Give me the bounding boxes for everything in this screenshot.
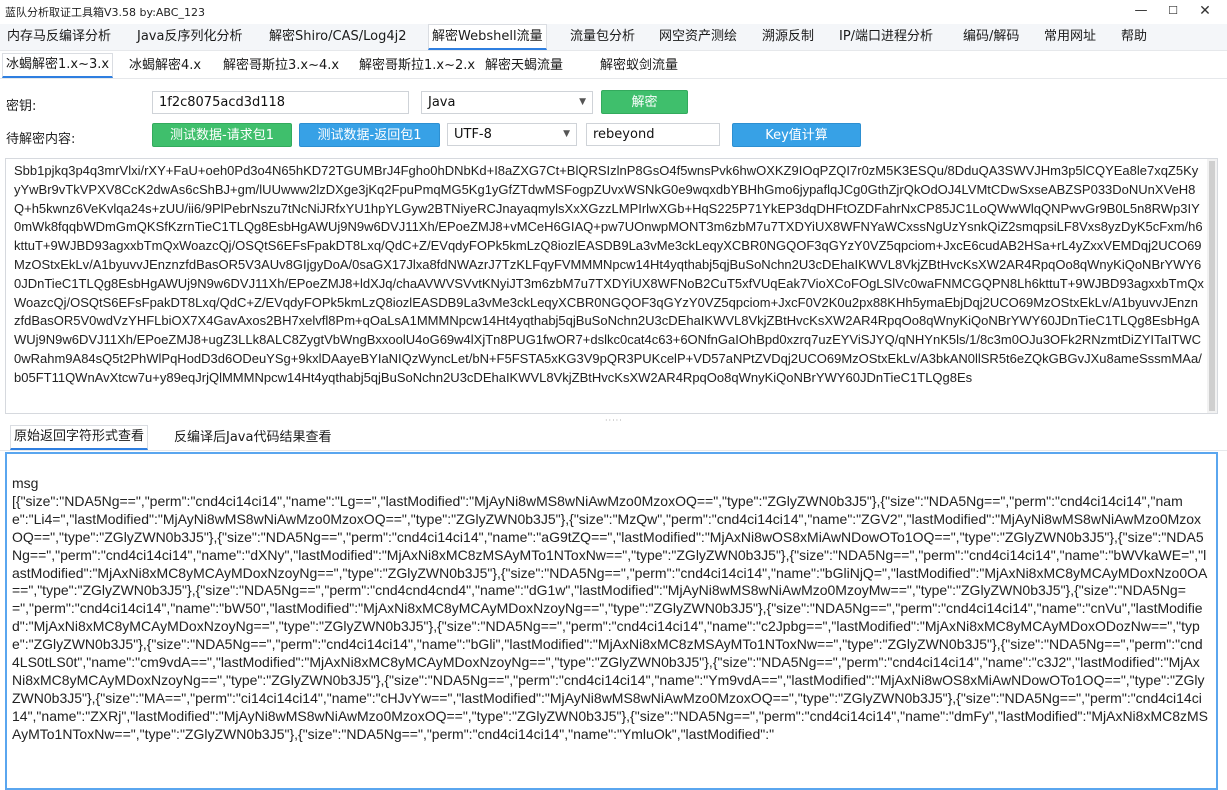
pane-splitter[interactable]: ····· [0,416,1227,425]
main-menu-bar: 内存马反编译分析 Java反序列化分析 解密Shiro/CAS/Log4j2 解… [0,24,1227,51]
menu-common-urls[interactable]: 常用网址 [1041,24,1099,50]
menu-memshell-decompile[interactable]: 内存马反编译分析 [4,24,114,50]
test-response-button[interactable]: 测试数据-返回包1 [299,123,440,147]
menu-pcap-analysis[interactable]: 流量包分析 [567,24,638,50]
language-select[interactable]: Java ▼ [421,91,593,114]
result-content: msg [{"size":"NDA5Ng==","perm":"cnd4ci14… [12,475,1209,742]
content-label: 待解密内容: [6,132,76,147]
key-input[interactable]: 1f2c8075acd3d118 [152,91,409,114]
tab-decompiled-java[interactable]: 反编译后Java代码结果查看 [171,425,334,450]
key-calc-button[interactable]: Key值计算 [732,123,861,147]
test-request-button[interactable]: 测试数据-请求包1 [152,123,292,147]
window-title: 蓝队分析取证工具箱V3.58 by:ABC_123 [5,6,205,19]
ciphertext-content: Sbb1pjkq3p4q3mrVlxi/rXY+FaU+oeh0Pd3o4N65… [14,163,1204,385]
close-icon[interactable]: ✕ [1192,2,1218,20]
tab-behinder-4[interactable]: 冰蝎解密4.x [126,53,204,78]
grip-icon: ····· [605,416,623,425]
tab-tianxie[interactable]: 解密天蝎流量 [482,53,566,78]
menu-help[interactable]: 帮助 [1118,24,1150,50]
ciphertext-textarea[interactable]: Sbb1pjkq3p4q3mrVlxi/rXY+FaU+oeh0Pd3o4N65… [5,158,1218,414]
chevron-down-icon: ▼ [579,97,586,107]
menu-webshell-traffic[interactable]: 解密Webshell流量 [428,24,547,50]
menu-trace-counter[interactable]: 溯源反制 [759,24,817,50]
webshell-subtabs: 冰蝎解密1.x~3.x 冰蝎解密4.x 解密哥斯拉3.x~4.x 解密哥斯拉1.… [0,53,1227,79]
chevron-down-icon: ▼ [563,129,570,139]
tab-godzilla-1-2[interactable]: 解密哥斯拉1.x~2.x [356,53,478,78]
menu-asset-mapping[interactable]: 网空资产测绘 [656,24,740,50]
language-select-value: Java [428,95,456,110]
decrypt-button[interactable]: 解密 [601,90,688,114]
encoding-select-value: UTF-8 [454,127,492,142]
tab-raw-response[interactable]: 原始返回字符形式查看 [10,425,149,450]
tab-godzilla-3-4[interactable]: 解密哥斯拉3.x~4.x [220,53,342,78]
tab-behinder-1-3[interactable]: 冰蝎解密1.x~3.x [2,53,114,78]
minimize-icon[interactable]: — [1128,2,1154,20]
tab-antsword[interactable]: 解密蚁剑流量 [597,53,681,78]
result-tabs: 原始返回字符形式查看 反编译后Java代码结果查看 [0,425,1227,451]
ciphertext-scrollbar[interactable] [1207,159,1217,413]
key-label: 密钥: [6,99,37,114]
menu-encode-decode[interactable]: 编码/解码 [960,24,1022,50]
scrollbar-thumb[interactable] [1209,161,1215,411]
password-input[interactable]: rebeyond [586,123,720,146]
menu-shiro-cas-log4j2[interactable]: 解密Shiro/CAS/Log4j2 [266,24,409,50]
menu-java-deserialization[interactable]: Java反序列化分析 [134,24,245,50]
result-textarea[interactable]: msg [{"size":"NDA5Ng==","perm":"cnd4ci14… [5,452,1218,790]
title-bar: 蓝队分析取证工具箱V3.58 by:ABC_123 — ☐ ✕ [0,0,1227,22]
maximize-icon[interactable]: ☐ [1160,2,1186,20]
menu-ip-port-process[interactable]: IP/端口进程分析 [836,24,936,50]
encoding-select[interactable]: UTF-8 ▼ [447,123,577,146]
